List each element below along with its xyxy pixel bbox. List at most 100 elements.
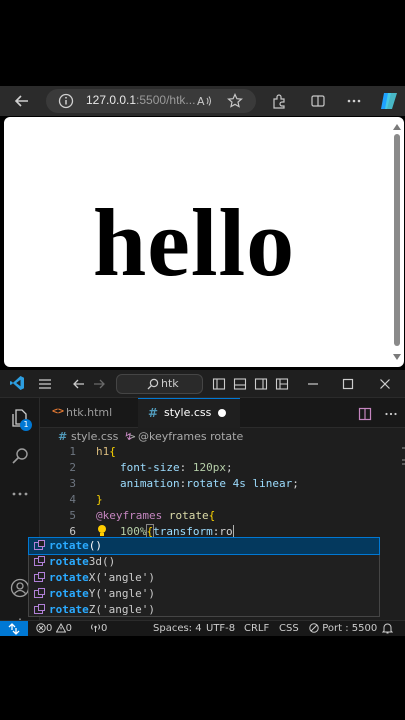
css-file-icon: #	[58, 430, 68, 443]
code-line-4: }	[96, 493, 103, 506]
command-center-search[interactable]: htk	[116, 374, 203, 394]
keyframes-name: rotate	[162, 509, 209, 522]
suggestion-item[interactable]: rotateZ('angle')	[29, 602, 379, 618]
more-views-icon[interactable]	[10, 484, 30, 508]
extensions-icon[interactable]	[271, 93, 287, 109]
suggestion-match: rotate	[49, 555, 89, 568]
css-property: font-size	[120, 461, 180, 474]
ports-indicator[interactable]: 0	[90, 623, 107, 634]
suggestion-match: rotate	[49, 571, 89, 584]
split-screen-icon[interactable]	[310, 93, 326, 109]
tab-htk-html[interactable]: <> htk.html	[40, 398, 138, 428]
read-aloud-icon[interactable]: A	[196, 93, 212, 109]
warning-icon	[55, 622, 66, 633]
site-info-icon[interactable]	[58, 93, 74, 109]
editor-more-actions-icon[interactable]	[384, 406, 398, 425]
url-host: 127.0.0.1	[86, 93, 137, 107]
scrollbar-thumb[interactable]	[394, 134, 400, 346]
breadcrumb-file[interactable]: style.css	[71, 430, 118, 443]
url-path: :5500/htk...	[136, 93, 196, 107]
suggestion-rest: ()	[88, 539, 102, 552]
code-editor[interactable]: 1 2 3 4 5 6 h1{ font-size: 120px; animat…	[40, 445, 405, 545]
semicolon: ;	[225, 461, 233, 474]
toggle-panel-icon[interactable]	[233, 376, 247, 390]
no-entry-icon	[309, 623, 319, 633]
line-number: 2	[69, 461, 76, 474]
address-bar[interactable]: 127.0.0.1:5500/htk... A	[46, 89, 256, 113]
minimize-icon[interactable]	[306, 376, 320, 390]
live-server-status[interactable]: Port : 5500	[309, 623, 377, 634]
editor-tabs: <> htk.html # style.css	[40, 398, 405, 428]
search-view-icon[interactable]	[10, 446, 30, 470]
menu-hamburger-icon[interactable]	[38, 376, 52, 390]
scroll-up-arrow-icon[interactable]	[393, 124, 401, 130]
suggestion-item[interactable]: rotateY('angle')	[29, 586, 379, 602]
code-line-3: animation:rotate 4s linear;	[120, 477, 299, 490]
notifications-bell-icon[interactable]	[381, 622, 394, 636]
vscode-logo-icon	[9, 375, 25, 391]
suggestion-item[interactable]: rotate3d()	[29, 554, 379, 570]
css-value: 120px	[192, 461, 226, 474]
suggestion-match: rotate	[49, 539, 89, 552]
tab-style-css[interactable]: # style.css	[138, 398, 240, 428]
minimap[interactable]	[400, 445, 405, 515]
url-text[interactable]: 127.0.0.1:5500/htk...	[86, 93, 196, 107]
close-window-icon[interactable]	[378, 376, 392, 390]
toggle-primary-sidebar-icon[interactable]	[212, 376, 226, 390]
at-rule: @keyframes	[96, 509, 163, 522]
css-property: animation	[120, 477, 180, 490]
suggestion-item[interactable]: rotate()	[28, 537, 380, 555]
suggestion-rest: Z('angle')	[88, 603, 155, 616]
more-options-icon[interactable]	[346, 93, 362, 109]
suggest-widget[interactable]: rotate() rotate3d() rotateX('angle') rot…	[28, 537, 380, 617]
line-number: 4	[69, 493, 76, 506]
suggestion-item[interactable]: rotateX('angle')	[29, 570, 379, 586]
toggle-secondary-sidebar-icon[interactable]	[254, 376, 268, 390]
status-bar: 0 0 0 Spaces: 4 UTF-8 CRLF CSS Port : 55…	[0, 620, 405, 636]
eol-status[interactable]: CRLF	[244, 623, 269, 634]
open-changes-icon[interactable]	[358, 406, 372, 425]
page-scrollbar[interactable]	[392, 122, 402, 362]
problems-indicator[interactable]: 0 0	[36, 622, 72, 634]
unsaved-dot-icon[interactable]	[218, 409, 226, 417]
encoding-status[interactable]: UTF-8	[206, 623, 235, 634]
remote-indicator[interactable]	[0, 621, 28, 636]
code-line-2: font-size: 120px;	[120, 461, 233, 474]
nav-back-icon[interactable]	[72, 376, 86, 390]
error-icon	[36, 623, 46, 633]
open-brace: {	[208, 509, 216, 522]
copilot-icon[interactable]	[378, 90, 400, 112]
broadcast-icon	[91, 624, 100, 632]
command-center-text: htk	[161, 377, 179, 390]
nav-forward-icon[interactable]	[92, 376, 106, 390]
remote-icon	[8, 623, 20, 635]
css-value: rotate 4s linear	[186, 477, 293, 490]
customize-layout-icon[interactable]	[275, 376, 289, 390]
vscode-window: htk 1 <> htk.html # style.css # style.cs…	[0, 370, 405, 636]
suggestion-rest: X('angle')	[88, 571, 155, 584]
breadcrumb-symbol-label: @keyframes rotate	[138, 430, 244, 443]
favorite-star-icon[interactable]	[227, 93, 243, 109]
vscode-titlebar: htk	[0, 370, 405, 398]
line-number: 5	[69, 509, 76, 522]
suggestion-rest: Y('angle')	[88, 587, 155, 600]
accounts-icon[interactable]	[10, 578, 30, 602]
open-brace: {	[109, 445, 116, 458]
colon: :	[179, 461, 193, 474]
page-heading: hello	[92, 189, 296, 296]
maximize-icon[interactable]	[341, 376, 355, 390]
method-icon	[34, 588, 45, 598]
browser-toolbar: 127.0.0.1:5500/htk... A	[0, 86, 405, 116]
search-icon	[147, 378, 159, 390]
breadcrumb: # style.css > ↯ @keyframes rotate	[40, 429, 405, 445]
html-file-icon: <>	[52, 406, 65, 417]
svg-text:A: A	[197, 95, 205, 108]
suggestion-match: rotate	[49, 587, 89, 600]
scroll-down-arrow-icon[interactable]	[393, 354, 401, 360]
method-icon	[34, 556, 45, 566]
language-status[interactable]: CSS	[279, 623, 299, 634]
back-arrow-icon[interactable]	[14, 93, 30, 109]
indentation-status[interactable]: Spaces: 4	[153, 623, 202, 634]
css-selector: h1	[96, 445, 110, 458]
close-brace: }	[96, 493, 103, 506]
